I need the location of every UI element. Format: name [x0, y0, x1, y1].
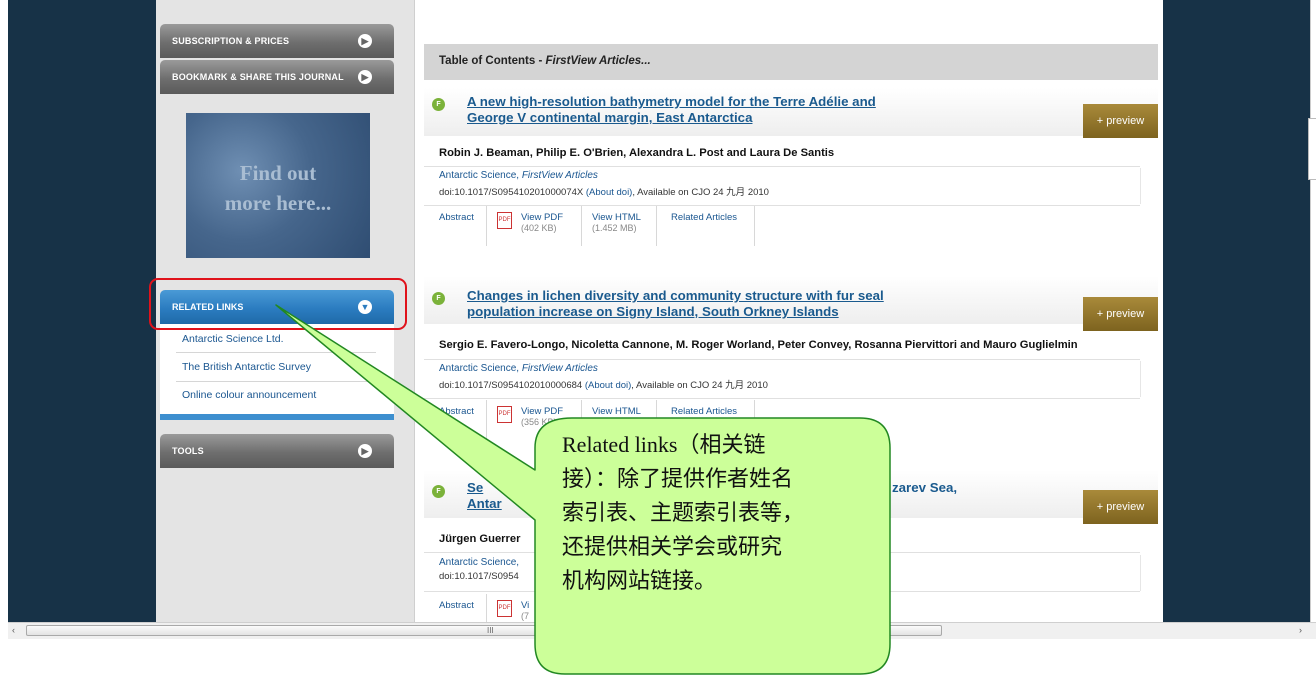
callout-line: 还提供相关学会或研究 [562, 534, 783, 559]
callout-line: 机构网站链接。 [562, 568, 717, 593]
callout-line: 接）：除了提供作者姓名 [562, 466, 794, 491]
callout-line: 索引表、主题索引表等， [562, 500, 805, 525]
callout-line: Related links（相关链 [562, 432, 766, 457]
